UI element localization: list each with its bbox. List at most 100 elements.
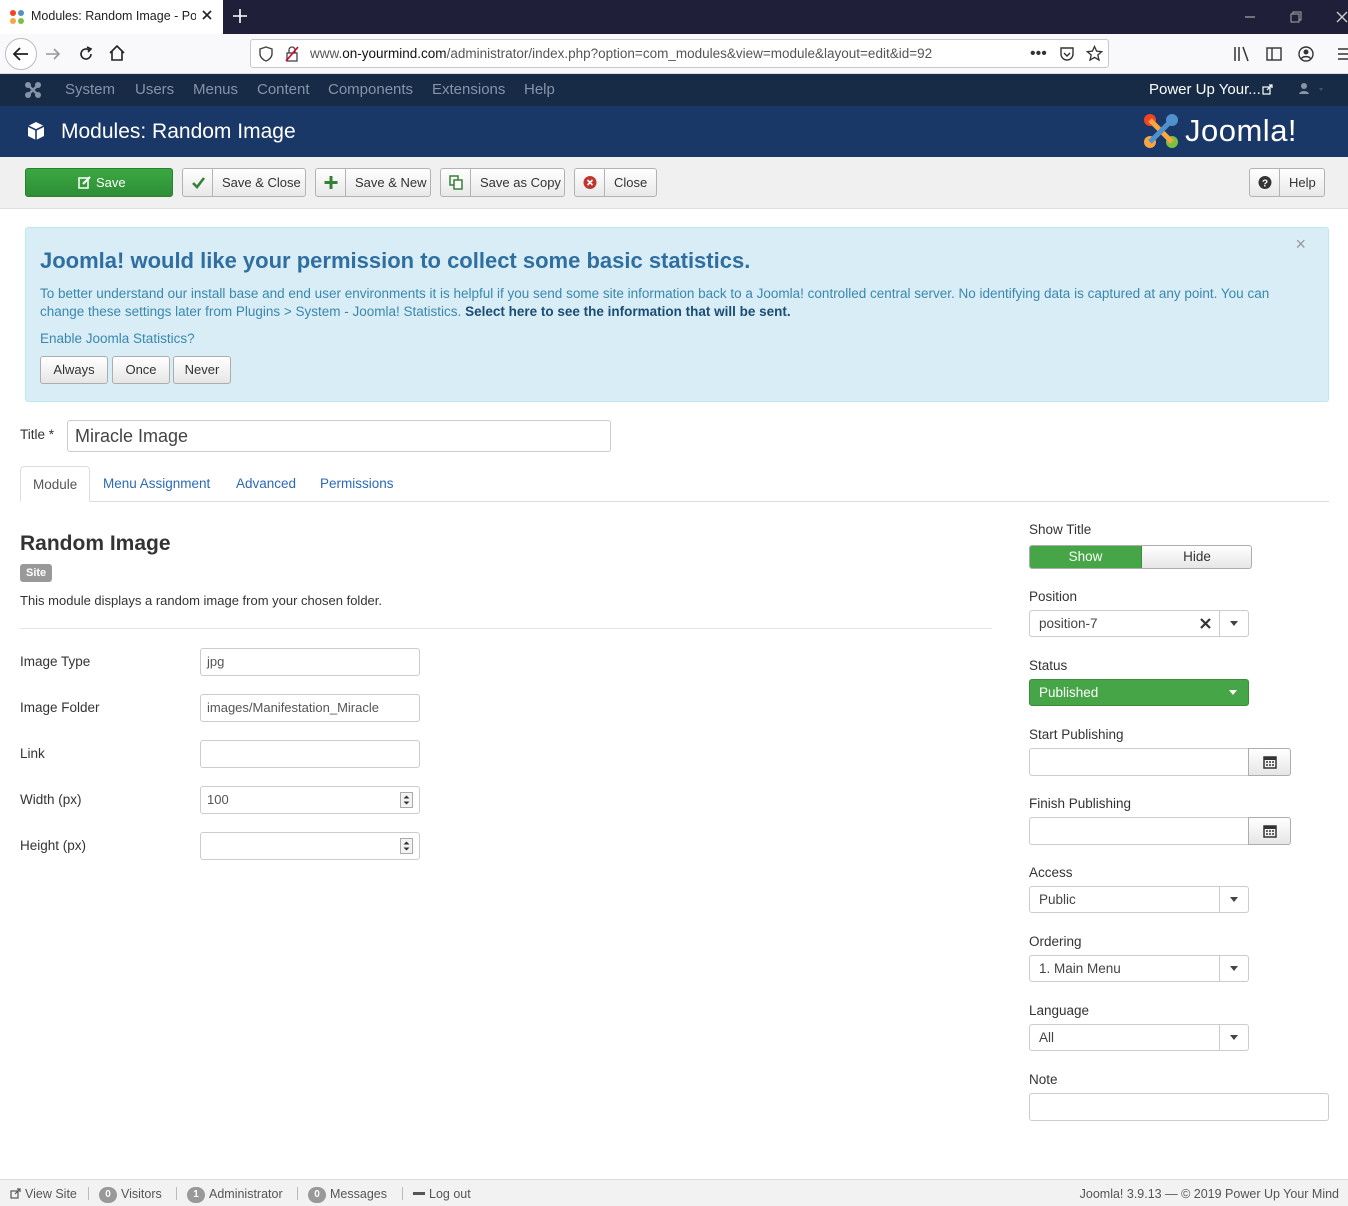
menu-icon[interactable] bbox=[1336, 45, 1348, 63]
restore-icon[interactable] bbox=[1289, 10, 1303, 24]
show-option[interactable]: Show bbox=[1030, 546, 1142, 568]
width-input[interactable]: 100 bbox=[200, 786, 420, 814]
menu-menus[interactable]: Menus bbox=[193, 81, 238, 98]
forward-icon[interactable] bbox=[44, 45, 62, 63]
check-icon bbox=[183, 169, 213, 196]
status-value: Published bbox=[1039, 685, 1099, 700]
note-input[interactable] bbox=[1029, 1093, 1329, 1121]
menu-components[interactable]: Components bbox=[328, 81, 413, 98]
image-folder-input[interactable]: images/Manifestation_Miracle bbox=[200, 694, 420, 722]
pocket-icon[interactable] bbox=[1059, 46, 1075, 62]
messages-link[interactable]: 0 Messages bbox=[308, 1187, 387, 1203]
ordering-select[interactable]: 1. Main Menu bbox=[1029, 955, 1249, 982]
language-dropdown[interactable] bbox=[1219, 1025, 1248, 1050]
access-select[interactable]: Public bbox=[1029, 886, 1249, 913]
language-label: Language bbox=[1029, 1003, 1090, 1018]
tab-permissions[interactable]: Permissions bbox=[320, 466, 394, 502]
height-input[interactable] bbox=[200, 832, 420, 860]
external-link-icon bbox=[1262, 84, 1273, 95]
link-input[interactable] bbox=[200, 740, 420, 768]
menu-users[interactable]: Users bbox=[135, 81, 174, 98]
start-publishing-calendar-button[interactable] bbox=[1248, 748, 1291, 776]
status-dropdown[interactable] bbox=[1219, 680, 1248, 705]
plus-icon bbox=[316, 169, 346, 196]
tab-module[interactable]: Module bbox=[20, 466, 91, 502]
close-window-icon[interactable] bbox=[1335, 10, 1348, 24]
shield-icon[interactable] bbox=[259, 46, 273, 62]
menu-system[interactable]: System bbox=[65, 81, 115, 98]
help-button[interactable]: ? Help bbox=[1249, 168, 1325, 197]
minus-icon bbox=[413, 1192, 425, 1195]
position-dropdown[interactable] bbox=[1219, 611, 1248, 636]
chevron-down-icon bbox=[1230, 1035, 1238, 1040]
bookmark-star-icon[interactable] bbox=[1086, 45, 1103, 62]
once-button[interactable]: Once bbox=[112, 356, 170, 384]
alert-info-link[interactable]: Select here to see the information that … bbox=[465, 304, 791, 319]
toolbar: Save Save & Close Save & New Save as Cop… bbox=[0, 157, 1348, 209]
browser-tabstrip: Modules: Random Image - Power Up Your Mi… bbox=[0, 0, 1348, 34]
menu-extensions[interactable]: Extensions bbox=[432, 81, 505, 98]
title-label: Title * bbox=[20, 427, 55, 442]
joomla-menu-icon[interactable] bbox=[24, 81, 42, 99]
url-bar[interactable]: www.on-yourmind.com/administrator/index.… bbox=[250, 39, 1109, 68]
save-copy-button[interactable]: Save as Copy bbox=[440, 168, 565, 197]
new-tab-icon[interactable] bbox=[232, 8, 248, 24]
module-description: This module displays a random image from… bbox=[20, 593, 383, 608]
close-button[interactable]: Close bbox=[574, 168, 657, 197]
alert-question: Enable Joomla Statistics? bbox=[40, 331, 195, 346]
messages-count-badge: 0 bbox=[308, 1187, 326, 1203]
insecure-lock-icon[interactable] bbox=[285, 46, 299, 62]
account-icon[interactable] bbox=[1297, 45, 1315, 63]
hide-option[interactable]: Hide bbox=[1142, 546, 1251, 568]
clear-icon[interactable] bbox=[1199, 617, 1212, 630]
joomla-logo-text: Joomla! bbox=[1185, 113, 1298, 148]
access-value: Public bbox=[1039, 892, 1076, 907]
view-site-link[interactable]: View Site bbox=[10, 1187, 77, 1201]
url-text: www.on-yourmind.com/administrator/index.… bbox=[310, 46, 933, 61]
visitors-link[interactable]: 0 Visitors bbox=[99, 1187, 162, 1203]
link-label: Link bbox=[20, 746, 45, 761]
sidebar-toggle-icon[interactable] bbox=[1265, 45, 1283, 63]
never-button[interactable]: Never bbox=[173, 356, 231, 384]
home-icon[interactable] bbox=[108, 44, 126, 62]
note-label: Note bbox=[1029, 1072, 1058, 1087]
position-select[interactable]: position-7 bbox=[1029, 610, 1249, 637]
width-spinner[interactable] bbox=[400, 792, 413, 808]
finish-publishing-input[interactable] bbox=[1029, 817, 1249, 845]
library-icon[interactable] bbox=[1233, 45, 1251, 63]
tab-menu-assignment[interactable]: Menu Assignment bbox=[103, 466, 210, 502]
page-actions-icon[interactable]: ••• bbox=[1030, 45, 1047, 63]
browser-tab-title: Modules: Random Image - Power Up Your Mi… bbox=[31, 9, 196, 23]
browser-tab[interactable]: Modules: Random Image - Power Up Your Mi… bbox=[0, 0, 223, 34]
finish-publishing-calendar-button[interactable] bbox=[1248, 817, 1291, 845]
version-info: Joomla! 3.9.13 — © 2019 Power Up Your Mi… bbox=[1079, 1187, 1339, 1201]
footer-divider bbox=[297, 1187, 298, 1200]
save-button[interactable]: Save bbox=[25, 168, 173, 197]
language-select[interactable]: All bbox=[1029, 1024, 1249, 1051]
close-tab-icon[interactable] bbox=[200, 8, 214, 22]
site-link[interactable]: Power Up Your... bbox=[1149, 81, 1261, 98]
joomla-favicon-icon bbox=[9, 9, 25, 25]
tab-advanced[interactable]: Advanced bbox=[236, 466, 296, 502]
ordering-dropdown[interactable] bbox=[1219, 956, 1248, 981]
menu-content[interactable]: Content bbox=[257, 81, 310, 98]
start-publishing-input[interactable] bbox=[1029, 748, 1249, 776]
menu-help[interactable]: Help bbox=[524, 81, 555, 98]
always-button[interactable]: Always bbox=[40, 356, 108, 384]
page-title: Modules: Random Image bbox=[61, 120, 296, 143]
logout-link[interactable]: Log out bbox=[413, 1187, 471, 1201]
user-menu-icon[interactable] bbox=[1298, 82, 1324, 96]
reload-icon[interactable] bbox=[77, 45, 95, 63]
access-dropdown[interactable] bbox=[1219, 887, 1248, 912]
save-close-button[interactable]: Save & Close bbox=[182, 168, 306, 197]
alert-close-button[interactable]: × bbox=[1295, 234, 1306, 255]
administrator-link[interactable]: 1 Administrator bbox=[187, 1187, 283, 1203]
minimize-icon[interactable] bbox=[1243, 10, 1257, 24]
image-type-input[interactable]: jpg bbox=[200, 648, 420, 676]
back-icon[interactable] bbox=[5, 38, 37, 70]
position-label: Position bbox=[1029, 589, 1078, 604]
height-spinner[interactable] bbox=[400, 838, 413, 854]
status-select[interactable]: Published bbox=[1029, 679, 1249, 706]
title-input[interactable]: Miracle Image bbox=[67, 420, 611, 452]
save-new-button[interactable]: Save & New bbox=[315, 168, 431, 197]
